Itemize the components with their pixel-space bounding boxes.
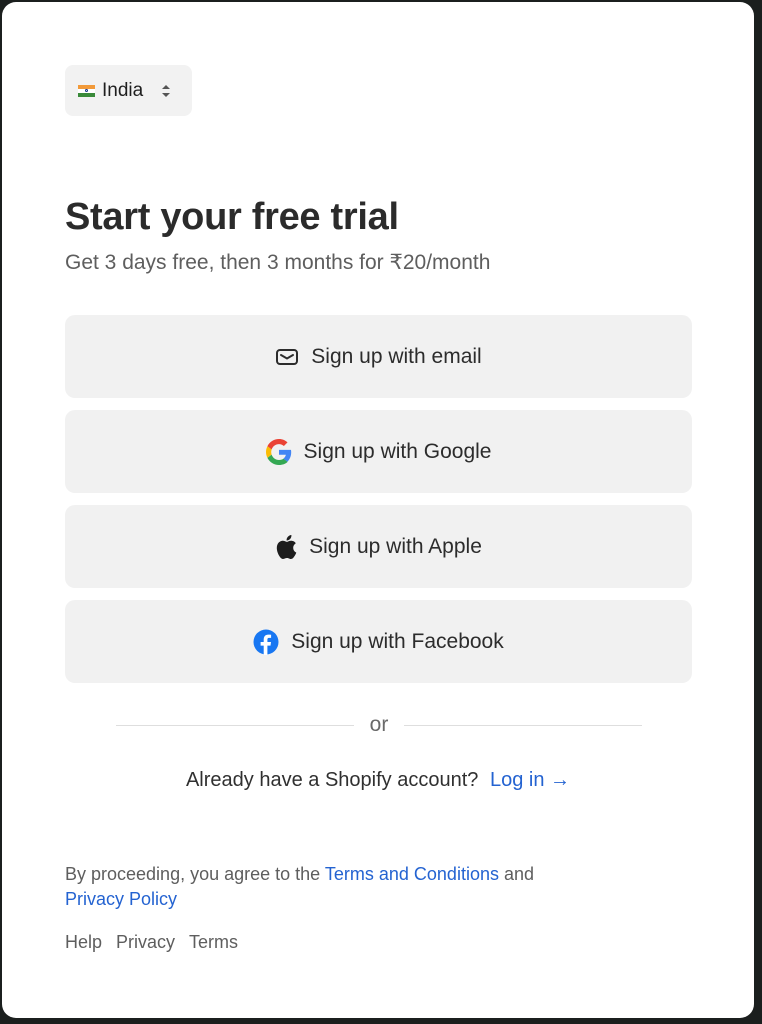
signup-facebook-label: Sign up with Facebook xyxy=(291,629,504,653)
signup-google-button[interactable]: Sign up with Google xyxy=(65,410,692,493)
footer-help-link[interactable]: Help xyxy=(65,932,102,953)
login-link[interactable]: Log in → xyxy=(490,769,570,791)
or-divider: or xyxy=(116,710,642,740)
page-title: Start your free trial xyxy=(65,196,399,238)
google-icon xyxy=(265,438,292,465)
legal-prefix: By proceeding, you agree to the xyxy=(65,864,321,884)
footer-terms-link[interactable]: Terms xyxy=(189,932,238,953)
legal-notice: By proceeding, you agree to the Terms an… xyxy=(65,862,685,912)
signup-apple-button[interactable]: Sign up with Apple xyxy=(65,505,692,588)
signup-facebook-button[interactable]: Sign up with Facebook xyxy=(65,600,692,683)
login-prompt-row: Already have a Shopify account? Log in → xyxy=(2,769,754,792)
country-label: India xyxy=(102,79,144,101)
facebook-icon xyxy=(253,629,279,655)
divider-line-left xyxy=(116,724,354,726)
page-subtitle: Get 3 days free, then 3 months for ₹20/m… xyxy=(65,251,491,274)
india-flag-icon xyxy=(78,84,95,97)
login-link-label: Log in xyxy=(489,769,545,791)
footer-privacy-link[interactable]: Privacy xyxy=(116,932,175,953)
divider-line-right xyxy=(404,724,642,726)
or-text: or xyxy=(369,713,389,736)
terms-link[interactable]: Terms and Conditions xyxy=(325,864,499,884)
signup-email-button[interactable]: Sign up with email xyxy=(65,315,692,398)
mail-icon xyxy=(275,347,299,367)
legal-and: and xyxy=(503,864,535,884)
signup-email-label: Sign up with email xyxy=(311,344,482,368)
privacy-policy-link[interactable]: Privacy Policy xyxy=(65,889,177,909)
login-prompt-text: Already have a Shopify account? xyxy=(185,769,479,791)
chevron-up-down-icon xyxy=(162,84,171,97)
signup-card: India Start your free trial Get 3 days f… xyxy=(2,2,754,1018)
country-selector[interactable]: India xyxy=(65,65,192,116)
footer-links: Help Privacy Terms xyxy=(65,932,238,953)
arrow-right-icon: → xyxy=(550,769,571,791)
signup-google-label: Sign up with Google xyxy=(303,439,492,463)
apple-icon xyxy=(275,534,297,560)
signup-apple-label: Sign up with Apple xyxy=(309,534,482,558)
